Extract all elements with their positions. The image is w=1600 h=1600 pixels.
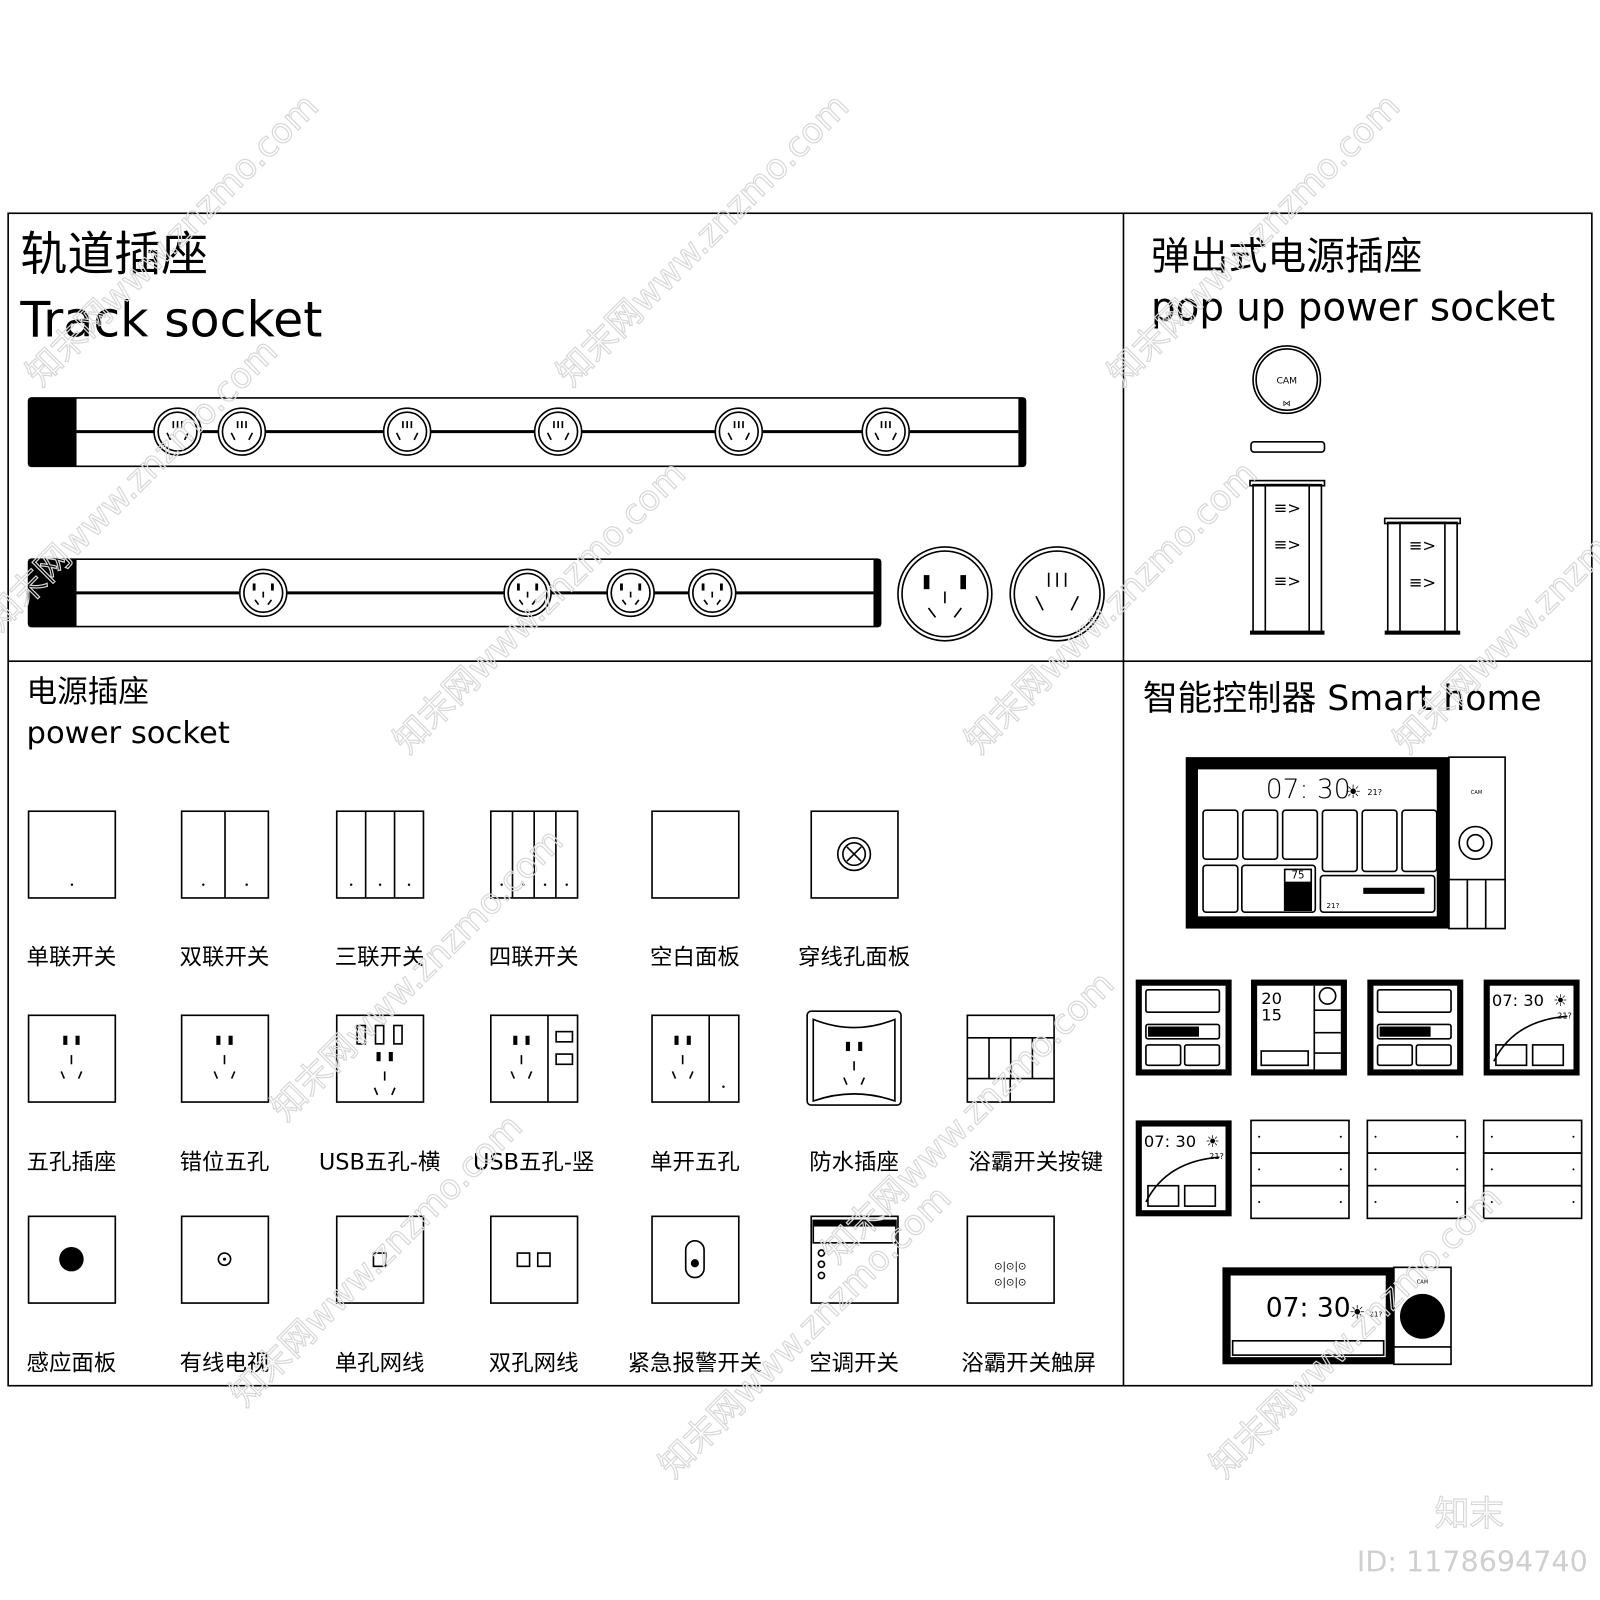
power-item-blank: 空白面板	[650, 810, 740, 970]
panel-temp: 21?	[1327, 901, 1340, 910]
svg-text:≡>: ≡>	[1274, 535, 1301, 554]
track-bar-2	[27, 558, 882, 628]
popup-socket-closed	[1250, 441, 1326, 453]
power-item-label: 感应面板	[27, 1350, 117, 1376]
power-item-label: 浴霸开关触屏	[961, 1350, 1096, 1376]
svg-text:⊙|⊙|⊙: ⊙|⊙|⊙	[994, 1261, 1026, 1272]
power-item-label: 单孔网线	[335, 1350, 425, 1376]
power-item-switch3: 三联开关	[335, 810, 424, 970]
popup-tower-3: ≡> ≡> ≡>	[1249, 479, 1326, 635]
track-socket-3pin	[382, 407, 432, 456]
smart-panel-slider	[1135, 979, 1232, 1076]
power-title-cn: 电源插座	[27, 675, 149, 710]
power-item-label: 穿线孔面板	[798, 944, 910, 970]
power-item-five: 五孔插座	[27, 1014, 117, 1175]
popup-socket-top: CAM ⋈	[1252, 345, 1322, 415]
watermark-id: ID: 1178694740	[1357, 1544, 1588, 1578]
svg-text:≡>: ≡>	[1274, 572, 1301, 591]
small-time: 07: 30	[1144, 1132, 1196, 1151]
small-temp: 21?	[1557, 1010, 1572, 1020]
track-socket-5pin	[238, 568, 288, 618]
power-item-sensor: 感应面板	[27, 1215, 117, 1376]
power-item-five-switch: 单开五孔	[650, 1014, 740, 1175]
power-item-switch1: 单联开关	[27, 810, 117, 970]
watermark-text: 知末网www.znzmo.com	[550, 87, 858, 395]
main-temp: 21?	[1367, 787, 1382, 797]
track-socket-5pin	[687, 568, 737, 618]
smart-main-panel: 07: 30☀ 21? 75 21? CAM	[1185, 756, 1506, 930]
track-socket-3pin	[533, 407, 583, 456]
drawing-sheet: 轨道插座 Track socket 弹出式电源插座 pop up power s…	[0, 0, 1600, 1600]
main-time-display: 07: 30	[1266, 774, 1351, 805]
small-time: 07: 30	[1492, 991, 1544, 1010]
svg-text:≡>: ≡>	[1274, 498, 1301, 517]
power-item-waterproof: 防水插座	[806, 1010, 902, 1175]
svg-text:⊙|⊙|⊙: ⊙|⊙|⊙	[994, 1278, 1026, 1289]
popup-title-cn: 弹出式电源插座	[1151, 234, 1422, 279]
power-item-bath-touch: ⊙|⊙|⊙ ⊙|⊙|⊙ 浴霸开关触屏	[961, 1215, 1096, 1376]
power-item-label: 空调开关	[809, 1350, 899, 1376]
svg-text:≡>: ≡>	[1409, 573, 1436, 592]
watermark-text: 知末网www.znzmo.com	[264, 821, 572, 1129]
smart-panel-slider	[1367, 979, 1464, 1076]
popup-cap-label: CAM	[1276, 376, 1297, 387]
smart-panel-clock: 07: 30 ☀21?	[1483, 979, 1580, 1076]
level-display: 75	[1291, 871, 1304, 882]
power-item-label: USB五孔-横	[319, 1149, 440, 1175]
smart-panel-date: 2015	[1251, 979, 1347, 1076]
track-socket-3pin	[714, 407, 764, 456]
track-socket-5pin	[606, 568, 655, 618]
power-item-label: 空白面板	[650, 944, 740, 970]
svg-text:☀: ☀	[1553, 991, 1568, 1010]
track-socket-5pin-large	[897, 546, 993, 642]
power-item-label: 错位五孔	[180, 1149, 270, 1175]
power-item-alarm: 紧急报警开关	[628, 1215, 762, 1376]
power-item-net2: 双孔网线	[489, 1215, 579, 1376]
cad-sheet: 轨道插座 Track socket 弹出式电源插座 pop up power s…	[0, 86, 1600, 1578]
small-clock-minute: 15	[1261, 1005, 1282, 1024]
watermark-logo: 知末	[1435, 1495, 1504, 1535]
power-item-label: 四联开关	[489, 944, 579, 970]
bottom-time: 07: 30	[1266, 1292, 1351, 1323]
power-item-label: 五孔插座	[27, 1149, 117, 1175]
power-item-cable: 穿线孔面板	[798, 810, 910, 970]
smart-switch-3gang	[1366, 1119, 1467, 1220]
svg-text:≡>: ≡>	[1409, 536, 1436, 555]
power-item-label: 单联开关	[27, 944, 117, 970]
track-socket-3pin	[861, 407, 911, 456]
watermark-text: 知末网www.znzmo.com	[652, 1178, 960, 1486]
svg-text:☀: ☀	[1345, 782, 1361, 803]
small-temp: 21?	[1209, 1151, 1224, 1161]
smart-panel-clock: 07: 30 ☀21?	[1135, 1120, 1232, 1217]
brand-label: CAM	[1471, 790, 1482, 796]
power-item-label: 单开五孔	[650, 1149, 740, 1175]
smart-switch-3gang	[1250, 1119, 1350, 1220]
power-title-en: power socket	[27, 716, 230, 751]
power-item-switch2: 双联开关	[180, 810, 270, 970]
popup-tower-2: ≡> ≡>	[1383, 517, 1462, 635]
svg-text:⋈: ⋈	[1283, 398, 1291, 408]
svg-text:☀: ☀	[1205, 1132, 1220, 1151]
power-item-label: 浴霸开关按键	[968, 1149, 1103, 1175]
watermark-text: 知末网www.znzmo.com	[815, 964, 1123, 1272]
power-item-label: 双联开关	[180, 944, 270, 970]
power-item-five-offset: 错位五孔	[180, 1014, 270, 1175]
power-item-label: 双孔网线	[489, 1350, 579, 1376]
